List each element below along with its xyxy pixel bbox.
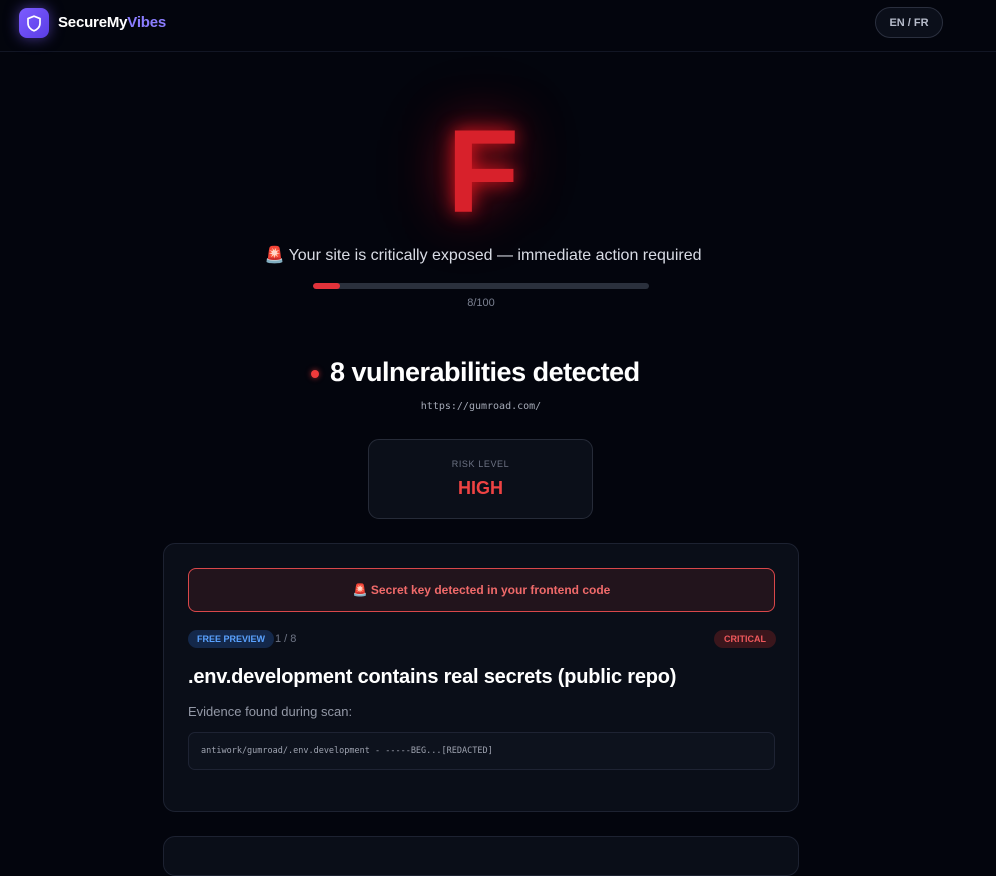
brand-name[interactable]: SecureMyVibes xyxy=(58,14,166,31)
risk-level-label: RISK LEVEL xyxy=(451,459,510,469)
risk-level-value: HIGH xyxy=(458,478,503,498)
brand-name-primary: SecureMy xyxy=(58,14,128,31)
severity-badge: CRITICAL xyxy=(714,630,776,648)
evidence-label: Evidence found during scan: xyxy=(188,704,353,719)
brand-name-accent: Vibes xyxy=(127,14,167,31)
alert-dot-icon xyxy=(311,370,319,378)
grade-status-message: 🚨 Your site is critically exposed — imme… xyxy=(264,247,702,264)
language-toggle-button[interactable]: EN / FR xyxy=(875,7,943,38)
logo[interactable] xyxy=(19,8,49,38)
top-navigation-bar: SecureMyVibes EN / FR xyxy=(0,0,996,52)
shield-icon xyxy=(27,14,41,32)
finding-title: .env.development contains real secrets (… xyxy=(188,666,677,688)
risk-level-card: RISK LEVEL HIGH xyxy=(368,439,593,519)
score-value: 8/100 xyxy=(467,297,495,309)
free-preview-badge: FREE PREVIEW xyxy=(188,630,275,648)
score-progress-bar xyxy=(313,283,649,289)
finding-card: 🚨 Secret key detected in your frontend c… xyxy=(163,543,799,812)
secret-key-alert-banner: 🚨 Secret key detected in your frontend c… xyxy=(188,568,775,612)
vulnerability-count-heading: 8 vulnerabilities detected xyxy=(330,357,640,387)
scanned-url: https://gumroad.com/ xyxy=(420,401,542,412)
finding-counter: 1 / 8 xyxy=(275,633,297,645)
security-grade: F xyxy=(446,106,520,238)
next-finding-card xyxy=(163,836,799,876)
score-progress-fill xyxy=(313,283,340,289)
evidence-code-block: antiwork/gumroad/.env.development - ----… xyxy=(188,732,775,770)
